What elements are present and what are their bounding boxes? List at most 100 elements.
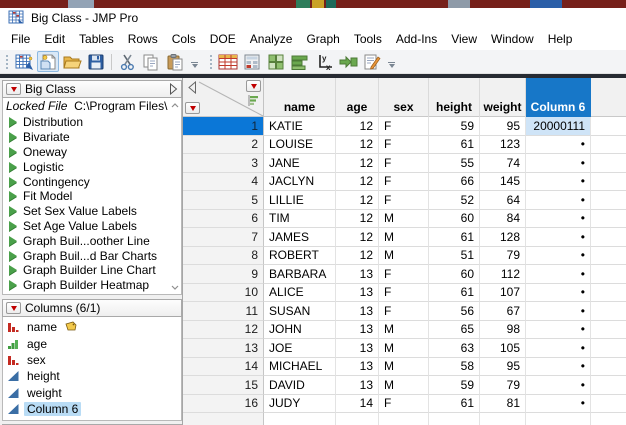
assign-roles-icon[interactable] <box>337 51 359 72</box>
column-item-age[interactable]: age <box>6 335 179 351</box>
columns-red-triangle-menu-button[interactable] <box>6 302 21 314</box>
cell-name[interactable]: JUDY <box>264 394 336 413</box>
cell-height[interactable]: 60 <box>429 265 480 284</box>
menu-item-rows[interactable]: Rows <box>121 29 165 49</box>
cell-col6[interactable]: • <box>526 209 591 228</box>
copy-icon[interactable] <box>140 51 162 72</box>
run-script-icon[interactable] <box>9 161 17 172</box>
run-script-icon[interactable] <box>9 146 17 157</box>
cell-sex[interactable]: F <box>379 172 429 191</box>
toolbar-overflow-button[interactable] <box>191 56 198 68</box>
cell-weight[interactable]: 112 <box>480 265 526 284</box>
menu-item-help[interactable]: Help <box>541 29 580 49</box>
row-number-cell[interactable]: 3 <box>183 154 264 173</box>
cell-weight[interactable]: 98 <box>480 320 526 339</box>
toolbar-overflow-button[interactable] <box>388 56 395 68</box>
new-data-table-icon[interactable] <box>13 51 35 72</box>
script-item[interactable]: Oneway <box>6 145 179 160</box>
row-number-cell[interactable]: 2 <box>183 135 264 154</box>
script-editor-icon[interactable] <box>361 51 383 72</box>
cell-age[interactable]: 13 <box>336 320 379 339</box>
cell-weight[interactable]: 107 <box>480 283 526 302</box>
menu-item-doe[interactable]: DOE <box>203 29 243 49</box>
row-number-cell[interactable]: 10 <box>183 283 264 302</box>
column-header-age[interactable]: age <box>336 78 379 117</box>
cell-sex[interactable]: M <box>379 209 429 228</box>
scroll-up-arrow[interactable] <box>169 100 180 110</box>
column-item-column-6[interactable]: Column 6 <box>6 401 179 417</box>
cell-age[interactable]: 12 <box>336 209 379 228</box>
cell-name[interactable]: TIM <box>264 209 336 228</box>
cell-col6[interactable]: • <box>526 154 591 173</box>
row-number-cell[interactable]: 8 <box>183 246 264 265</box>
cell-sex[interactable]: F <box>379 117 429 136</box>
cell-col6[interactable]: • <box>526 265 591 284</box>
cell-weight[interactable]: 79 <box>480 376 526 395</box>
script-item[interactable]: Contingency <box>6 174 179 189</box>
cell-name[interactable]: ROBERT <box>264 246 336 265</box>
cell-height[interactable]: 58 <box>429 357 480 376</box>
scroll-down-arrow[interactable] <box>169 282 180 292</box>
cell-sex[interactable]: F <box>379 394 429 413</box>
cell-col6[interactable]: • <box>526 376 591 395</box>
data-table-icon[interactable] <box>217 51 239 72</box>
menu-item-window[interactable]: Window <box>484 29 541 49</box>
menu-item-addins[interactable]: Add-Ins <box>389 29 444 49</box>
cell-age[interactable]: 12 <box>336 154 379 173</box>
cell-age[interactable]: 12 <box>336 117 379 136</box>
menu-item-file[interactable]: File <box>4 29 37 49</box>
script-item[interactable]: Set Age Value Labels <box>6 219 179 234</box>
cell-sex[interactable]: M <box>379 320 429 339</box>
cell-age[interactable]: 13 <box>336 357 379 376</box>
cell-name[interactable]: LILLIE <box>264 191 336 210</box>
formula-icon[interactable] <box>241 51 263 72</box>
cell-height[interactable]: 52 <box>429 191 480 210</box>
cell-age[interactable]: 13 <box>336 376 379 395</box>
rows-menu-red-triangle-button[interactable] <box>185 102 200 114</box>
cell-sex[interactable]: M <box>379 246 429 265</box>
columns-menu-red-triangle-button[interactable] <box>246 80 261 92</box>
script-item[interactable]: Distribution <box>6 115 179 130</box>
cell-height[interactable]: 51 <box>429 246 480 265</box>
cell-sex[interactable]: F <box>379 283 429 302</box>
cell-age[interactable]: 12 <box>336 228 379 247</box>
cell-sex[interactable]: F <box>379 191 429 210</box>
paste-icon[interactable] <box>164 51 186 72</box>
row-number-cell[interactable]: 9 <box>183 265 264 284</box>
row-number-cell[interactable]: 14 <box>183 357 264 376</box>
cell-weight[interactable]: 95 <box>480 117 526 136</box>
row-number-cell[interactable]: 5 <box>183 191 264 210</box>
cell-col6[interactable]: • <box>526 172 591 191</box>
script-item[interactable]: Graph Builder Line Chart <box>6 263 179 278</box>
toolbar-grip[interactable] <box>208 52 213 71</box>
cell-weight[interactable]: 105 <box>480 339 526 358</box>
run-script-icon[interactable] <box>9 280 17 291</box>
cell-col6[interactable]: • <box>526 357 591 376</box>
cell-name[interactable]: SUSAN <box>264 302 336 321</box>
open-preview-icon[interactable] <box>37 51 59 72</box>
column-item-height[interactable]: height <box>6 368 179 384</box>
menu-item-edit[interactable]: Edit <box>37 29 72 49</box>
column-header-name[interactable]: name <box>264 78 336 117</box>
script-item[interactable]: Graph Builder Heatmap <box>6 278 179 293</box>
run-script-icon[interactable] <box>9 191 17 202</box>
open-folder-icon[interactable] <box>61 51 83 72</box>
column-item-sex[interactable]: sex <box>6 352 179 368</box>
row-number-cell[interactable]: 4 <box>183 172 264 191</box>
cell-name[interactable]: JAMES <box>264 228 336 247</box>
cell-name[interactable]: MICHAEL <box>264 357 336 376</box>
script-item[interactable]: Set Sex Value Labels <box>6 204 179 219</box>
column-header-height[interactable]: height <box>429 78 480 117</box>
run-script-icon[interactable] <box>9 132 17 143</box>
cell-col6[interactable]: • <box>526 246 591 265</box>
graph-builder-icon[interactable] <box>289 51 311 72</box>
column-item-weight[interactable]: weight <box>6 385 179 401</box>
cell-col6[interactable]: • <box>526 228 591 247</box>
cell-sex[interactable]: F <box>379 302 429 321</box>
table-red-triangle-menu-button[interactable] <box>6 83 21 95</box>
cell-col6[interactable]: • <box>526 302 591 321</box>
script-item[interactable]: Bivariate <box>6 130 179 145</box>
cell-sex[interactable]: M <box>379 339 429 358</box>
row-number-cell[interactable]: 13 <box>183 339 264 358</box>
script-item[interactable]: Logistic <box>6 159 179 174</box>
